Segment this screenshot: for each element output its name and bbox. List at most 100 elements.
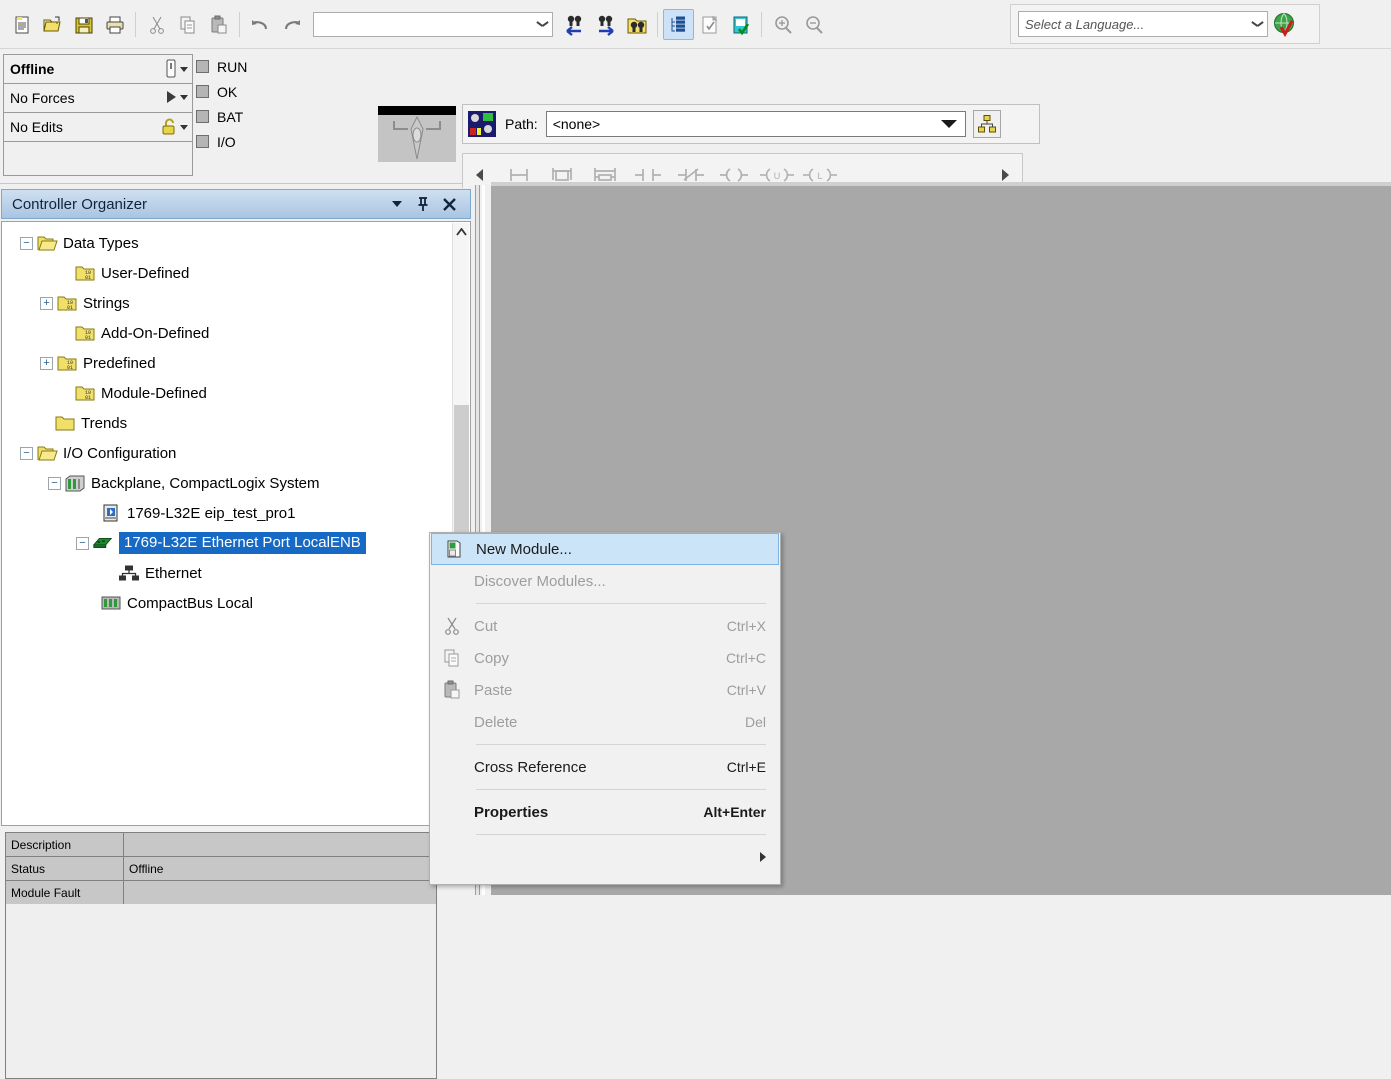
tree-item-data-types[interactable]: − Data Types bbox=[2, 228, 470, 258]
tree-item-controller-module[interactable]: 1769-L32E eip_test_pro1 bbox=[2, 498, 470, 528]
pin-icon[interactable] bbox=[410, 191, 436, 217]
cut-icon bbox=[430, 611, 474, 641]
tree-item-label: Strings bbox=[83, 294, 130, 312]
detail-value: Offline bbox=[124, 857, 436, 880]
copy-icon[interactable] bbox=[172, 9, 203, 40]
tree-root: − Data Types 10 01 User-Defined + 10 01 … bbox=[2, 222, 470, 618]
scroll-right-icon[interactable] bbox=[994, 168, 1016, 182]
tree-item-add-on-defined[interactable]: 10 01 Add-On-Defined bbox=[2, 318, 470, 348]
menu-item-cut[interactable]: Cut Ctrl+X bbox=[430, 610, 780, 642]
zoom-out-icon[interactable] bbox=[798, 9, 829, 40]
detail-key: Module Fault bbox=[6, 881, 124, 904]
tree-item-module-defined[interactable]: 10 01 Module-Defined bbox=[2, 378, 470, 408]
expander-minus-icon[interactable]: − bbox=[20, 236, 33, 250]
close-icon[interactable] bbox=[436, 191, 462, 217]
new-file-icon[interactable] bbox=[6, 9, 37, 40]
chevron-down-icon[interactable] bbox=[532, 13, 552, 36]
table-row: Status Offline bbox=[6, 857, 436, 881]
table-row: Module Fault bbox=[6, 881, 436, 905]
menu-item-new-module[interactable]: New Module... bbox=[431, 533, 779, 565]
tree-item-ethernet-port-localenb[interactable]: − 1769-L32E Ethernet Port LocalENB bbox=[2, 528, 470, 558]
tree-item-io-configuration[interactable]: − I/O Configuration bbox=[2, 438, 470, 468]
menu-item-label: Properties bbox=[474, 803, 549, 821]
search-in-folder-icon[interactable] bbox=[621, 9, 652, 40]
menu-item-cross-reference[interactable]: Cross Reference Ctrl+E bbox=[430, 751, 780, 783]
tree-item-backplane[interactable]: − Backplane, CompactLogix System bbox=[2, 468, 470, 498]
menu-item-icon-slot bbox=[430, 707, 474, 737]
zoom-in-icon[interactable] bbox=[767, 9, 798, 40]
status-row-offline[interactable]: Offline bbox=[4, 55, 192, 84]
cut-icon[interactable] bbox=[141, 9, 172, 40]
expander-minus-icon[interactable]: − bbox=[48, 476, 61, 490]
expander-plus-icon[interactable]: + bbox=[40, 356, 53, 370]
backplane-icon bbox=[64, 473, 86, 493]
menu-item-discover-modules[interactable]: Discover Modules... bbox=[430, 565, 780, 597]
print-icon[interactable] bbox=[99, 9, 130, 40]
rslinx-browse-icon[interactable] bbox=[972, 110, 1001, 138]
detail-key: Description bbox=[6, 833, 124, 856]
expander-minus-icon[interactable]: − bbox=[76, 536, 89, 550]
detail-key: Status bbox=[6, 857, 124, 880]
rslinx-icon[interactable] bbox=[467, 110, 497, 138]
search-back-icon[interactable] bbox=[559, 9, 590, 40]
svg-text:01: 01 bbox=[67, 365, 73, 371]
controller-key-icon[interactable] bbox=[164, 59, 188, 79]
tree-item-label: I/O Configuration bbox=[63, 444, 177, 462]
tree-item-predefined[interactable]: + 10 01 Predefined bbox=[2, 348, 470, 378]
led-label: BAT bbox=[217, 108, 244, 125]
menu-item-copy[interactable]: Copy Ctrl+C bbox=[430, 642, 780, 674]
tree-item-ethernet[interactable]: Ethernet bbox=[2, 558, 470, 588]
controller-organizer-icon[interactable] bbox=[663, 9, 694, 40]
chevron-down-icon[interactable] bbox=[940, 120, 957, 128]
address-combo[interactable] bbox=[313, 12, 553, 37]
online-status-bar: Offline No Forces No Edits RUN OK BAT I/… bbox=[0, 49, 1391, 225]
scroll-up-icon[interactable] bbox=[453, 223, 469, 240]
svg-text:U: U bbox=[774, 171, 781, 181]
tree-item-label: Module-Defined bbox=[101, 384, 207, 402]
properties-page-icon[interactable] bbox=[694, 9, 725, 40]
tree-item-strings[interactable]: + 10 01 Strings bbox=[2, 288, 470, 318]
save-icon[interactable] bbox=[68, 9, 99, 40]
paste-icon[interactable] bbox=[203, 9, 234, 40]
verify-icon[interactable] bbox=[725, 9, 756, 40]
tree-item-user-defined[interactable]: 10 01 User-Defined bbox=[2, 258, 470, 288]
menu-item-print[interactable] bbox=[430, 841, 780, 873]
open-folder-icon[interactable] bbox=[37, 9, 68, 40]
svg-text:01: 01 bbox=[85, 275, 91, 281]
menu-item-paste[interactable]: Paste Ctrl+V bbox=[430, 674, 780, 706]
expander-plus-icon[interactable]: + bbox=[40, 296, 53, 310]
status-row-forces[interactable]: No Forces bbox=[4, 84, 192, 113]
led-box bbox=[196, 110, 209, 123]
path-combo[interactable]: <none> bbox=[545, 111, 966, 137]
paste-icon bbox=[430, 675, 474, 705]
menu-item-label: Discover Modules... bbox=[474, 572, 606, 590]
menu-separator bbox=[476, 603, 766, 604]
expander-minus-icon[interactable]: − bbox=[20, 446, 33, 460]
scroll-left-icon[interactable] bbox=[469, 168, 491, 182]
scrollbar-thumb[interactable] bbox=[454, 405, 469, 532]
folder-open-icon bbox=[36, 233, 58, 253]
tree-item-compactbus-local[interactable]: CompactBus Local bbox=[2, 588, 470, 618]
edits-label: No Edits bbox=[10, 119, 63, 135]
status-row-blank bbox=[4, 142, 192, 171]
status-row-edits[interactable]: No Edits bbox=[4, 113, 192, 142]
tree-item-trends[interactable]: Trends bbox=[2, 408, 470, 438]
language-select[interactable]: Select a Language... bbox=[1018, 11, 1268, 37]
led-ok: OK bbox=[196, 79, 371, 104]
redo-icon[interactable] bbox=[276, 9, 307, 40]
menu-item-properties[interactable]: Properties Alt+Enter bbox=[430, 796, 780, 828]
datatype-folder-icon: 10 01 bbox=[56, 293, 78, 313]
tree-item-label: Data Types bbox=[63, 234, 139, 252]
menu-item-shortcut: Del bbox=[744, 714, 766, 730]
controller-tree[interactable]: − Data Types 10 01 User-Defined + 10 01 … bbox=[1, 221, 471, 826]
toolbar-separator bbox=[234, 9, 245, 40]
help-globe-icon[interactable] bbox=[1268, 11, 1302, 37]
menu-item-delete[interactable]: Delete Del bbox=[430, 706, 780, 738]
padlock-icon[interactable] bbox=[160, 117, 188, 137]
forces-play-icon[interactable] bbox=[164, 88, 188, 106]
dropdown-menu-icon[interactable] bbox=[384, 191, 410, 217]
undo-icon[interactable] bbox=[245, 9, 276, 40]
chevron-down-icon[interactable] bbox=[1247, 13, 1267, 36]
search-forward-icon[interactable] bbox=[590, 9, 621, 40]
menu-separator bbox=[476, 834, 766, 835]
